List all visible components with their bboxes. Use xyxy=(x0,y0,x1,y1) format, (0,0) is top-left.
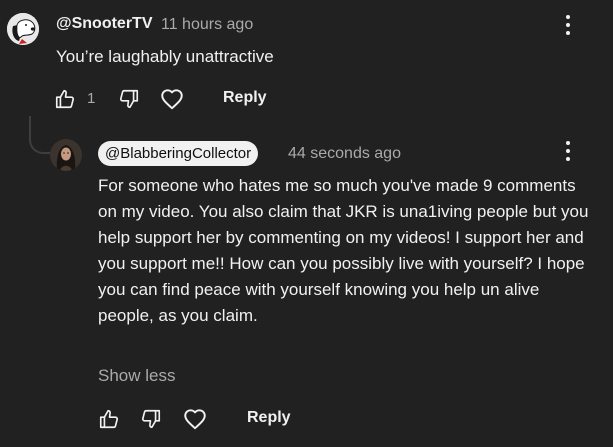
comment-author[interactable]: @SnooterTV xyxy=(56,15,153,33)
avatar[interactable] xyxy=(50,139,82,171)
heart-icon[interactable] xyxy=(182,406,208,432)
show-less-button[interactable]: Show less xyxy=(98,366,175,386)
snoopy-avatar-icon xyxy=(7,13,39,45)
like-icon[interactable] xyxy=(54,88,76,110)
comment-timestamp[interactable]: 11 hours ago xyxy=(161,16,253,34)
thread-connector xyxy=(29,116,51,154)
reply-button[interactable]: Reply xyxy=(223,89,267,107)
dislike-icon[interactable] xyxy=(118,88,140,110)
comment-author-chip[interactable]: @BlabberingCollector xyxy=(98,141,259,166)
comment-text: For someone who hates me so much you've … xyxy=(98,176,589,325)
like-icon[interactable] xyxy=(98,408,120,430)
heart-icon[interactable] xyxy=(159,86,185,112)
comment-text: You’re laughably unattractive xyxy=(56,47,274,66)
dislike-icon[interactable] xyxy=(140,408,162,430)
reply-button[interactable]: Reply xyxy=(247,409,291,427)
avatar[interactable] xyxy=(7,13,39,45)
more-actions-icon[interactable] xyxy=(558,139,578,163)
profile-photo-icon xyxy=(50,139,82,171)
comment-timestamp[interactable]: 44 seconds ago xyxy=(288,145,401,163)
like-count: 1 xyxy=(87,90,96,107)
more-actions-icon[interactable] xyxy=(558,13,578,37)
